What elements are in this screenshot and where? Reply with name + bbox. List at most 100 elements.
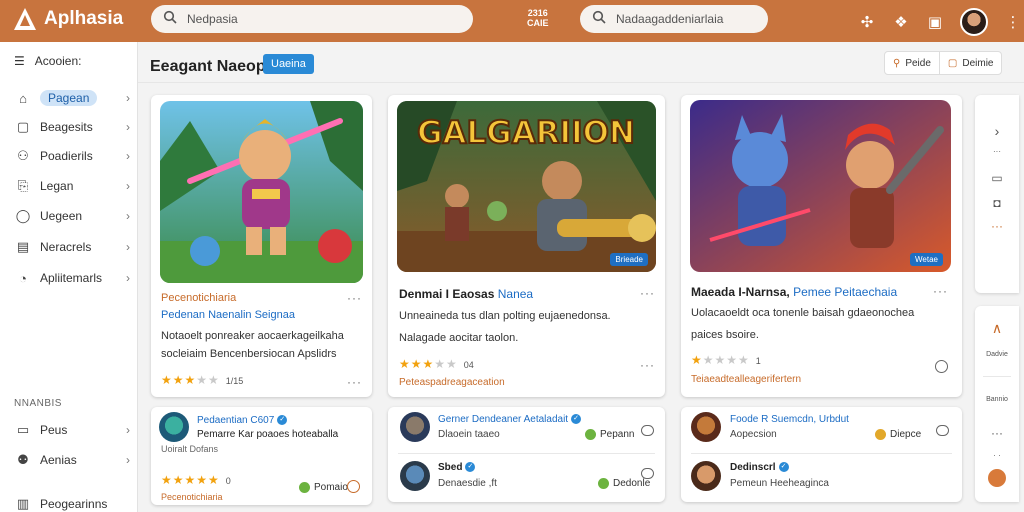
chevron-right-icon: › <box>126 453 130 467</box>
sidebar-item-label: Pagean <box>40 90 98 106</box>
date-chip-line1: 2316 <box>527 8 548 18</box>
secondary-search[interactable] <box>580 5 768 33</box>
sidebar-item-neracrels[interactable]: ▤ Neracrels › <box>14 237 130 257</box>
sidebar-item-poadierils[interactable]: ⚇ Poadierils › <box>14 146 130 166</box>
mini-action[interactable]: Diepce <box>875 429 921 440</box>
sidebar-item-peus[interactable]: ▭ Peus › <box>14 420 130 440</box>
mini-name[interactable]: Dedinscrl ✓ <box>730 462 789 473</box>
app-logo[interactable]: Aplhasia <box>12 6 123 32</box>
rating-text: 1/15 <box>225 376 244 386</box>
page-badge[interactable]: Uaeina <box>263 54 314 74</box>
mini-action[interactable]: Pomaio <box>299 482 348 493</box>
main-search-input[interactable] <box>187 12 427 26</box>
menu-icon[interactable]: ☰ <box>14 54 25 68</box>
card-desc-line2: socleiaim Bencenbersiocan Apslidrs <box>161 348 337 360</box>
mini-action[interactable]: Pepann <box>585 429 634 440</box>
sidebar-item-aenias[interactable]: ⚉ Aenias › <box>14 450 130 470</box>
sidebar-item-beagesits[interactable]: ▢ Beagesits › <box>14 117 130 137</box>
window-icon[interactable]: ▭ <box>975 171 1019 185</box>
sidebar-item-legan[interactable]: ⎘ Legan › <box>14 176 130 196</box>
avatar[interactable] <box>159 412 189 442</box>
game-art-3[interactable]: Wetae <box>690 100 951 272</box>
more-icon[interactable]: ··· <box>347 291 362 305</box>
chat-icon[interactable]: ▣ <box>926 13 944 31</box>
header-filter-button[interactable]: ▢ Deimie <box>938 52 1002 74</box>
home-icon: ⌂ <box>19 90 27 106</box>
sidebar-item-uegeen[interactable]: ◯ Uegeen › <box>14 206 130 226</box>
chat-bubble-icon[interactable] <box>936 425 949 436</box>
card-desc-line1: Uolacaoeldt oca tonenle baisah gdaeonoch… <box>691 307 915 319</box>
chevron-right-icon[interactable]: › <box>975 123 1019 139</box>
mini-name[interactable]: Pedaentian C607 ✓ <box>197 415 288 426</box>
game-art-1[interactable] <box>160 101 363 283</box>
dots-icon[interactable]: · · <box>975 451 1019 460</box>
chat-bubble-icon[interactable] <box>641 468 654 479</box>
settings-icon[interactable]: ⋮ <box>1004 13 1022 31</box>
top-icons: ✣ ❖ ▣ ⋮ <box>858 8 1022 36</box>
avatar[interactable] <box>400 461 430 491</box>
sidebar-item-apliitemarls[interactable]: ◔ Apliitemarls › <box>14 268 130 288</box>
sidebar-item-label: Uegeen <box>40 209 83 223</box>
user-avatar[interactable] <box>960 8 988 36</box>
program-icon: ▥ <box>16 496 30 511</box>
more-icon[interactable]: ··· <box>975 426 1019 440</box>
sidebar-item-peogearinns[interactable]: ▥ Peogearinns <box>14 494 130 512</box>
header-search-label: Peide <box>905 57 931 69</box>
more-icon[interactable]: ··· <box>975 219 1019 233</box>
camera-icon[interactable]: ◘ <box>975 196 1019 210</box>
card-title[interactable]: Maeada I-Narnsa, Pemee Peitaechaia <box>691 285 897 299</box>
divider <box>691 453 952 454</box>
secondary-search-input[interactable] <box>616 12 766 26</box>
card-tag[interactable]: Peteaspadreagaceation <box>399 377 505 388</box>
card-title[interactable]: Denmai I Eaosas Nanea <box>399 287 533 301</box>
mini-card-2[interactable]: Gerner Dendeaner Aetaladait ✓ Dlaoein taa… <box>388 407 665 502</box>
mini-tag: Pecenotichiaria <box>161 492 223 502</box>
avatar[interactable] <box>400 412 430 442</box>
reply-icon[interactable] <box>935 360 948 373</box>
main-search[interactable] <box>151 5 473 33</box>
reply-icon[interactable] <box>347 480 360 493</box>
verified-icon: ✓ <box>778 462 789 473</box>
card-subtitle-2[interactable]: Pedenan Naenalin Seignaa <box>161 309 295 321</box>
mini-name[interactable]: Sbed ✓ <box>438 462 476 473</box>
chat-bubble-icon[interactable] <box>641 425 654 436</box>
mini-card-3[interactable]: Foode R Suemcdn, Urbdut Aopecsion Diepce… <box>681 407 962 502</box>
gift-icon[interactable]: ❖ <box>892 13 910 31</box>
more-icon[interactable]: ··· <box>975 147 1019 156</box>
header-search-button[interactable]: ⚲ Peide <box>885 52 939 74</box>
mini-name-text: Foode R Suemcdn, Urbdut <box>730 414 849 425</box>
mini-name-text: Gerner Dendeaner Aetaladait <box>438 414 569 425</box>
top-bar: Aplhasia 2316 CAIE ✣ ❖ ▣ ⋮ <box>0 0 1024 42</box>
avatar[interactable] <box>691 461 721 491</box>
puzzle-icon[interactable]: ✣ <box>858 13 876 31</box>
card-tag[interactable]: Teiaeadtealleagerifertern <box>691 374 801 385</box>
leaf-icon <box>299 482 310 493</box>
more-icon[interactable]: ··· <box>640 358 655 372</box>
mini-card-1[interactable]: Pedaentian C607 ✓ Pemarre Kar poaoes hote… <box>151 407 372 505</box>
rating-text: 0 <box>225 476 231 486</box>
game-card-2[interactable]: GALGARIION Brieade Denmai I Eaosas Nanea… <box>388 95 665 397</box>
avatar[interactable] <box>691 412 721 442</box>
sidebar-header[interactable]: ☰ Acooien: <box>14 54 81 68</box>
game-card-1[interactable]: Pecenotichiaria ··· Pedenan Naenalin Sei… <box>151 95 372 397</box>
mini-action-label: Pomaio <box>314 482 348 493</box>
mini-name[interactable]: Gerner Dendeaner Aetaladait ✓ <box>438 414 582 425</box>
game-card-3[interactable]: Wetae Maeada I-Narnsa, Pemee Peitaechaia… <box>681 95 962 397</box>
mini-action-label: Diepce <box>890 429 922 440</box>
game-art-2[interactable]: GALGARIION Brieade <box>397 101 656 272</box>
more-icon[interactable]: ··· <box>933 284 948 298</box>
sidebar-item-label: Beagesits <box>40 120 93 134</box>
chevron-right-icon: › <box>126 423 130 437</box>
mini-action[interactable]: Dedonle <box>598 478 650 489</box>
mini-name[interactable]: Foode R Suemcdn, Urbdut <box>730 414 849 425</box>
rating-stars: ★★★★★ 0 <box>161 473 231 487</box>
sidebar-item-label: Apliitemarls <box>40 271 103 285</box>
briefcase-icon: ▢ <box>16 119 30 134</box>
card-description: Uolacaoeldt oca tonenle baisah gdaeonoch… <box>691 304 914 344</box>
notification-icon[interactable] <box>975 469 1019 490</box>
more-icon[interactable]: ··· <box>347 375 362 389</box>
arrow-up-icon[interactable]: ∧ <box>975 320 1019 337</box>
sidebar-item-pagean[interactable]: ⌂ Pagean › <box>14 88 130 108</box>
more-icon[interactable]: ··· <box>640 286 655 300</box>
leaf-icon <box>598 478 609 489</box>
